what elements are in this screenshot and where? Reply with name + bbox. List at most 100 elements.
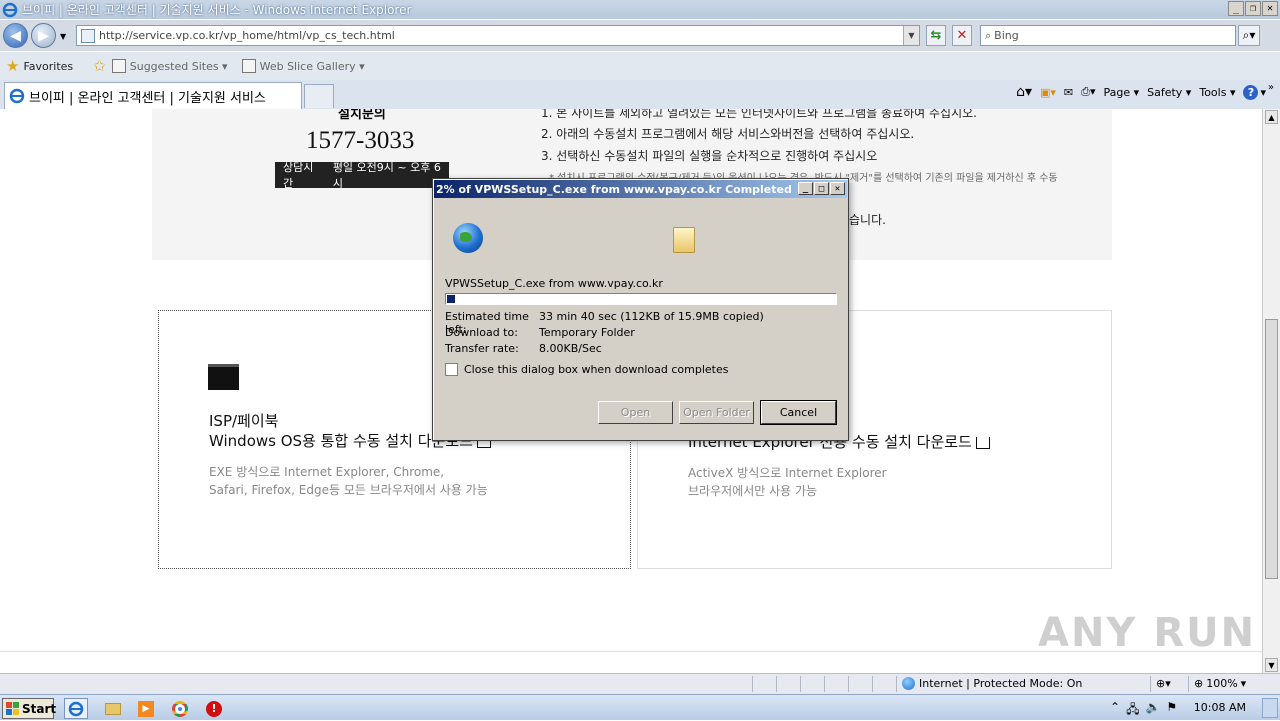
tab-bar: 브이피 | 온라인 고객센터 | 기술지원 서비스 ⌂▾ ▣▾ ✉ ⎙▾ Pag… [0, 80, 1280, 109]
start-label: Start [22, 701, 57, 716]
dialog-title-bar[interactable]: 2% of VPWSSetup_C.exe from www.vpay.co.k… [434, 180, 847, 198]
security-zone[interactable]: Internet | Protected Mode: On [902, 677, 1082, 690]
anyrun-watermark: ANY RUN [1038, 610, 1257, 656]
system-clock[interactable]: 10:08 AM [1194, 701, 1246, 714]
download-source: VPWSSetup_C.exe from www.vpay.co.kr [445, 277, 663, 290]
start-button[interactable]: Start [2, 698, 57, 719]
search-input[interactable]: ⌕ Bing [980, 25, 1236, 46]
red-alert-icon: ! [206, 700, 222, 717]
tab-active[interactable]: 브이피 | 온라인 고객센터 | 기술지원 서비스 [4, 82, 302, 109]
inquiry-heading: 설치문의 [338, 109, 386, 122]
feeds-icon[interactable]: ▣▾ [1040, 86, 1056, 99]
history-dropdown-icon[interactable]: ▼ [60, 32, 66, 41]
minimize-button[interactable]: _ [1228, 1, 1244, 16]
favorites-button[interactable]: ★ Favorites [6, 57, 73, 75]
address-dropdown-icon[interactable]: ▼ [903, 26, 919, 45]
stop-icon: ✕ [956, 28, 968, 43]
folder-taskbar-icon [105, 702, 121, 715]
taskbar-media-player-button[interactable]: ▶ [134, 698, 158, 719]
dialog-minimize-button[interactable]: _ [798, 182, 813, 195]
add-to-favorites-bar-button[interactable]: ✩ [93, 57, 106, 75]
internet-zone-icon [902, 677, 915, 690]
tray-expand-icon[interactable]: ⌃ [1110, 700, 1120, 721]
ie-icon [68, 701, 84, 716]
folder-icon [673, 227, 695, 253]
new-tab-button[interactable] [304, 84, 334, 108]
command-bar: ⌂▾ ▣▾ ✉ ⎙▾ Page ▾ Safety ▾ Tools ▾ ? ▾ [1016, 84, 1266, 100]
favorites-label: Favorites [23, 59, 74, 73]
back-button[interactable]: ◀ [3, 23, 28, 48]
zone-label: Internet | Protected Mode: On [919, 677, 1083, 690]
pc-icon [208, 364, 239, 390]
search-button[interactable]: ⌕▾ [1238, 25, 1260, 46]
stop-button[interactable]: ✕ [952, 25, 972, 46]
zoom-level: 100% [1206, 677, 1238, 690]
taskbar-explorer-button[interactable] [101, 698, 125, 719]
transfer-rate-row: Transfer rate: 8.00KB/Sec [445, 342, 602, 355]
web-slice-gallery-link[interactable]: Web Slice Gallery ▾ [241, 59, 365, 73]
close-on-complete-label: Close this dialog box when download comp… [464, 363, 729, 376]
support-hours: 상담시간 평일 오전9시 ~ 오후 6시 [275, 161, 449, 190]
close-on-complete-row[interactable]: Close this dialog box when download comp… [445, 363, 728, 376]
install-note-tail: 습니다. [849, 213, 886, 227]
address-bar[interactable]: http://service.vp.co.kr/vp_home/html/vp_… [76, 25, 920, 46]
suggested-sites-icon [111, 59, 126, 73]
print-icon[interactable]: ⎙▾ [1081, 85, 1095, 99]
suggested-sites-link[interactable]: Suggested Sites ▾ [111, 59, 228, 73]
vertical-scrollbar[interactable]: ▲ ▼ [1262, 109, 1280, 673]
network-icon[interactable]: 🖧 [1126, 700, 1139, 721]
read-mail-icon[interactable]: ✉ [1064, 86, 1073, 99]
cancel-button[interactable]: Cancel [760, 400, 837, 425]
help-icon[interactable]: ? ▾ [1243, 84, 1266, 100]
scroll-thumb[interactable] [1265, 319, 1278, 579]
download-to-label: Download to: [445, 326, 518, 339]
web-slice-label: Web Slice Gallery ▾ [259, 59, 365, 73]
protected-mode-icon[interactable]: ⊕▾ [1156, 677, 1171, 690]
taskbar-alert-button[interactable]: ! [202, 698, 226, 719]
address-url[interactable]: http://service.vp.co.kr/vp_home/html/vp_… [99, 29, 395, 42]
suggested-sites-label: Suggested Sites ▾ [129, 59, 228, 73]
tools-menu[interactable]: Tools ▾ [1199, 86, 1235, 99]
taskbar-ie-button[interactable] [64, 698, 88, 719]
back-arrow-icon: ◀ [10, 27, 21, 44]
home-icon[interactable]: ⌂▾ [1016, 84, 1032, 100]
forward-arrow-icon: ▶ [38, 27, 49, 44]
search-icon: ⌕▾ [1242, 28, 1256, 42]
volume-icon[interactable]: 🔈 [1145, 700, 1160, 721]
globe-icon [453, 223, 483, 253]
bing-search-icon: ⌕ [985, 28, 992, 42]
taskbar-chrome-button[interactable] [168, 698, 192, 719]
dialog-close-button[interactable]: ✕ [830, 182, 845, 195]
forward-button[interactable]: ▶ [31, 23, 56, 48]
step-2: 2. 아래의 수동설치 프로그램에서 해당 서비스와버전을 선택하여 주십시오. [541, 127, 915, 141]
card2-desc-2: 브라우저에서만 사용 가능 [688, 484, 818, 498]
add-favorite-icon: ✩ [93, 57, 106, 75]
action-center-flag-icon[interactable]: ⚑ [1166, 700, 1177, 721]
open-button[interactable]: Open [598, 401, 673, 424]
open-folder-button[interactable]: Open Folder [679, 401, 754, 424]
refresh-button[interactable]: ⇆ [926, 25, 946, 46]
window-title: 브이피 | 온라인 고객센터 | 기술지원 서비스 - Windows Inte… [22, 3, 412, 17]
expand-chevron-icon[interactable]: » [1268, 82, 1274, 93]
windows-logo-icon [6, 702, 19, 715]
favorites-bar: ★ Favorites ✩ Suggested Sites ▾ Web Slic… [0, 52, 1280, 80]
zoom-control[interactable]: ⊕ 100% ▾ [1194, 677, 1246, 690]
address-toolbar: ◀ ▶ ▼ http://service.vp.co.kr/vp_home/ht… [0, 20, 1280, 51]
close-on-complete-checkbox[interactable] [445, 363, 458, 376]
step-3: 3. 선택하신 수동설치 파일의 실행을 순차적으로 진행하여 주십시오 [541, 149, 878, 163]
download-dialog: 2% of VPWSSetup_C.exe from www.vpay.co.k… [432, 178, 849, 441]
taskbar: Start ▶ ! ⌃ 🖧 🔈 ⚑ 10:08 AM [0, 694, 1280, 720]
download-to-value: Temporary Folder [539, 326, 635, 339]
maximize-button[interactable]: ❐ [1245, 1, 1261, 16]
safety-menu[interactable]: Safety ▾ [1147, 86, 1191, 99]
step-1: 1. 본 사이트를 제외하고 열려있는 모든 인터넷사이트와 프로그램을 종료하… [541, 109, 977, 120]
page-menu[interactable]: Page ▾ [1103, 86, 1139, 99]
scroll-down-icon[interactable]: ▼ [1265, 658, 1278, 672]
tab-title: 브이피 | 온라인 고객센터 | 기술지원 서비스 [29, 90, 266, 106]
transfer-label: Transfer rate: [445, 342, 519, 355]
scroll-up-icon[interactable]: ▲ [1265, 110, 1278, 124]
dialog-maximize-button[interactable]: □ [814, 182, 829, 195]
show-desktop-button[interactable] [1262, 698, 1278, 718]
close-window-button[interactable]: ✕ [1262, 1, 1278, 16]
media-player-icon: ▶ [138, 700, 154, 717]
